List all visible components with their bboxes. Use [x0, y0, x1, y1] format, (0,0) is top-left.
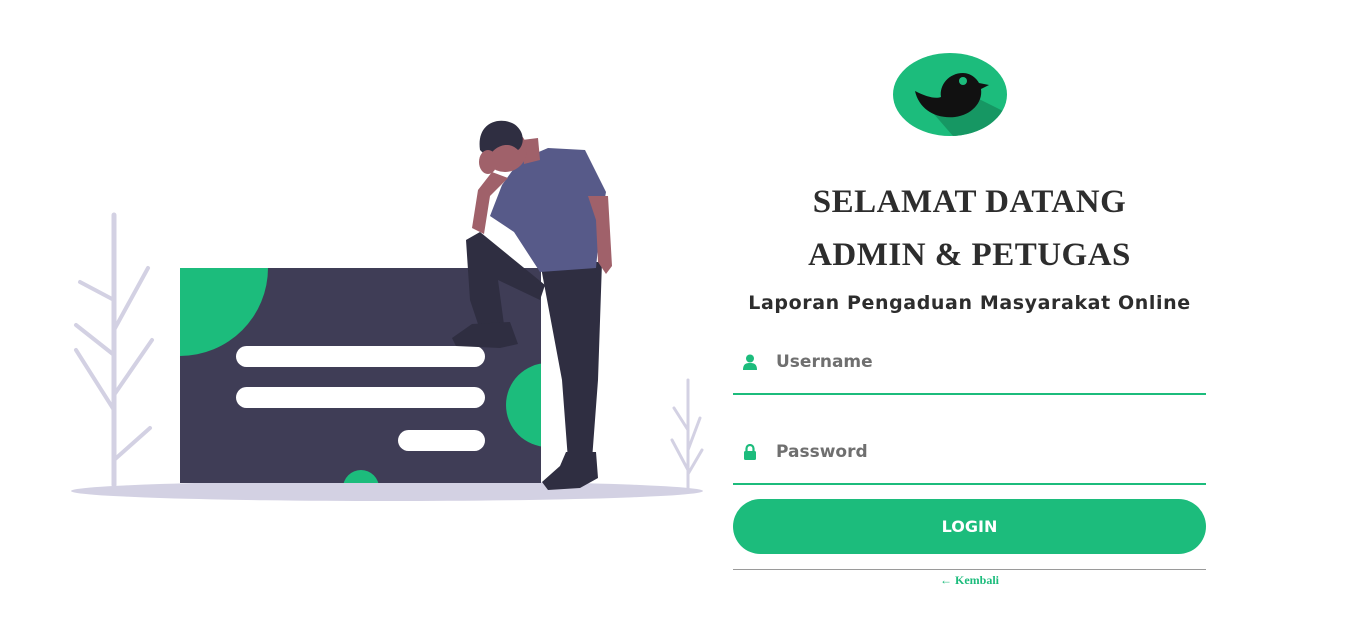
username-input[interactable] — [776, 347, 1196, 377]
login-panel: SELAMAT DATANG ADMIN & PETUGAS Laporan P… — [733, 0, 1206, 632]
password-input[interactable] — [776, 437, 1196, 467]
user-icon — [743, 354, 757, 370]
arrow-left-icon: ← — [940, 573, 952, 587]
bird-icon — [915, 73, 1007, 136]
password-field — [733, 437, 1206, 485]
lock-icon — [744, 444, 756, 460]
ground-shadow — [71, 481, 703, 501]
back-link[interactable]: ← Kembali — [733, 573, 1206, 588]
card-corner-circle — [180, 268, 268, 356]
card-line-1 — [236, 346, 485, 367]
app-subtitle: Laporan Pengaduan Masyarakat Online — [748, 292, 1191, 314]
card-line-3 — [398, 430, 485, 451]
welcome-title-line-1: SELAMAT DATANG — [812, 184, 1127, 220]
back-link-label: Kembali — [955, 573, 999, 587]
username-field — [733, 347, 1206, 395]
bird-logo — [893, 53, 1007, 136]
login-button[interactable]: LOGIN — [733, 499, 1206, 554]
card-line-2 — [236, 387, 485, 408]
login-illustration — [71, 120, 704, 501]
divider — [733, 569, 1206, 570]
right-tree — [670, 378, 704, 490]
welcome-title-line-2: ADMIN & PETUGAS — [808, 237, 1131, 273]
left-tree — [74, 212, 154, 488]
